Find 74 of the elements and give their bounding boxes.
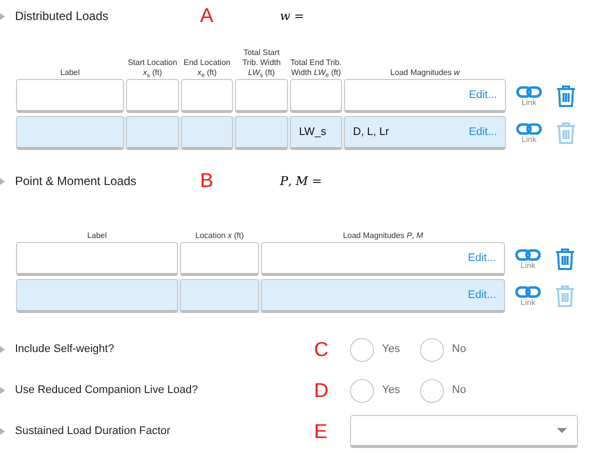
- input-field[interactable]: [126, 116, 179, 150]
- option-marker: E: [314, 420, 328, 444]
- expand-caret-icon[interactable]: [0, 12, 5, 20]
- chain-link-icon: [516, 122, 542, 134]
- edit-link[interactable]: Edit...: [468, 250, 496, 266]
- radio-label: Yes: [382, 342, 400, 358]
- input-field[interactable]: [16, 79, 124, 113]
- column-header: Load Magnitudes P, M: [342, 231, 424, 242]
- input-field[interactable]: [16, 116, 124, 150]
- chain-link-icon: [516, 86, 542, 98]
- link-button[interactable]: Link: [513, 248, 543, 270]
- radio-label: Yes: [382, 383, 400, 398]
- chain-link-icon: [515, 248, 541, 260]
- trash-icon[interactable]: [556, 85, 576, 107]
- cell-value: LW_s: [299, 124, 326, 140]
- dropdown-select[interactable]: [350, 415, 578, 448]
- column-header: End Location x$_{e}$ (ft): [182, 58, 232, 79]
- table-row[interactable]: Edit...: [16, 242, 505, 276]
- section-marker: B: [200, 169, 214, 194]
- trash-icon[interactable]: [555, 248, 575, 270]
- column-header: Load Magnitudes w: [389, 68, 461, 79]
- section-title: Point & Moment Loads: [15, 173, 136, 190]
- input-field[interactable]: [16, 242, 178, 276]
- option-label: Sustained Load Duration Factor: [15, 424, 170, 440]
- table-row[interactable]: LW_s D, L, Lr Edit...: [16, 116, 506, 150]
- section-title: Distributed Loads: [15, 8, 108, 25]
- formula: P, M =: [280, 173, 322, 190]
- expand-caret-icon[interactable]: [0, 387, 5, 394]
- radio-button[interactable]: [420, 338, 444, 362]
- radio-button[interactable]: [420, 378, 444, 402]
- input-field[interactable]: [180, 279, 259, 313]
- edit-link[interactable]: Edit...: [468, 124, 497, 140]
- edit-link[interactable]: Edit...: [468, 286, 496, 304]
- table-row[interactable]: Edit...: [16, 279, 505, 313]
- radio-button[interactable]: [350, 338, 374, 362]
- section-marker: A: [200, 4, 214, 29]
- column-header: Label: [59, 68, 81, 79]
- chain-link-icon: [515, 286, 541, 298]
- column-header: Start Location x$_{s}$ (ft): [126, 58, 178, 79]
- expand-caret-icon[interactable]: [0, 178, 5, 184]
- input-field[interactable]: [235, 79, 288, 113]
- option-label: Use Reduced Companion Live Load?: [15, 383, 198, 398]
- link-button[interactable]: Link: [514, 122, 544, 144]
- expand-caret-icon[interactable]: [0, 346, 5, 353]
- load-magnitudes-field[interactable]: Edit...: [261, 242, 505, 276]
- radio-label: No: [452, 383, 466, 398]
- dropdown-caret-icon: [557, 428, 567, 433]
- load-magnitudes-field[interactable]: Edit...: [344, 79, 506, 113]
- input-field[interactable]: [16, 279, 178, 313]
- link-button[interactable]: Link: [513, 286, 543, 306]
- input-field[interactable]: LW_s: [290, 116, 342, 150]
- input-field[interactable]: [181, 79, 233, 113]
- load-magnitudes-field[interactable]: Edit...: [261, 279, 505, 313]
- input-field[interactable]: [235, 116, 288, 150]
- formula: w =: [280, 8, 304, 25]
- column-header: Total End Trib. Width LW$_{e}$ (ft): [290, 58, 342, 79]
- radio-label: No: [452, 342, 466, 358]
- edit-link[interactable]: Edit...: [468, 86, 497, 104]
- input-field[interactable]: [290, 79, 342, 113]
- option-marker: D: [314, 378, 330, 404]
- option-label: Include Self-weight?: [15, 342, 114, 358]
- expand-caret-icon[interactable]: [0, 428, 5, 435]
- option-marker: C: [314, 338, 330, 362]
- column-header: Label: [86, 231, 108, 242]
- radio-button[interactable]: [350, 378, 374, 402]
- table-row[interactable]: Edit...: [16, 79, 506, 113]
- input-field[interactable]: [126, 79, 179, 113]
- input-field[interactable]: [181, 116, 233, 150]
- column-header: Location x (ft): [194, 231, 245, 242]
- column-header: Total Start Trib. Width LW$_{s}$ (ft): [241, 48, 282, 79]
- load-magnitudes-field[interactable]: D, L, Lr Edit...: [344, 116, 506, 150]
- load-list: D, L, Lr: [353, 124, 390, 140]
- link-button[interactable]: Link: [514, 86, 544, 106]
- input-field[interactable]: [180, 242, 259, 276]
